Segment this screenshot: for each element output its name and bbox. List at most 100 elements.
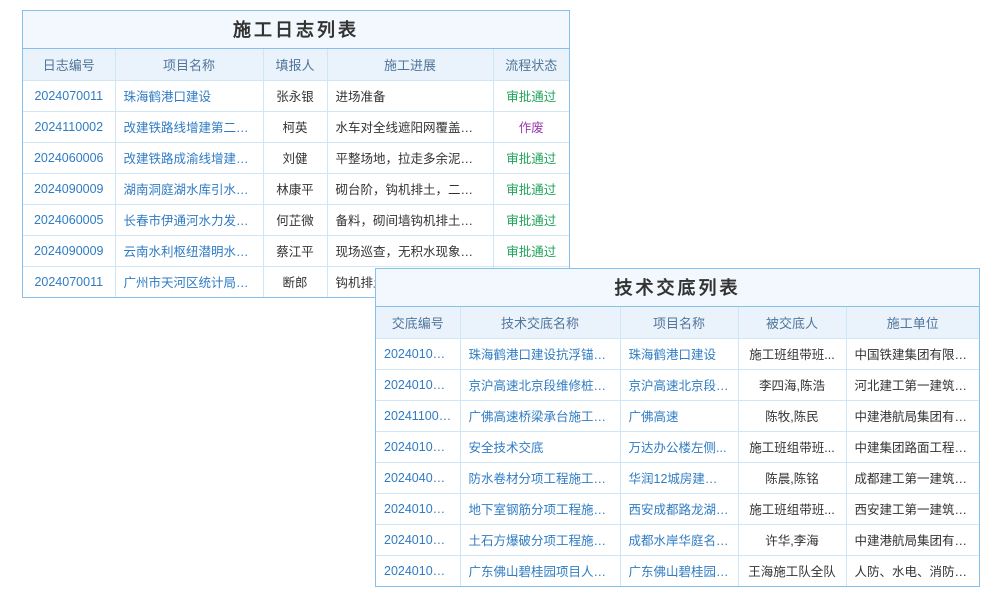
disclosure-id-cell[interactable]: 2024110001 (376, 400, 460, 431)
table-row: 2024090009云南水利枢纽潜明水库一...蔡江平现场巡查，无积水现象，水.… (23, 235, 569, 266)
table-header-row: 日志编号 项目名称 填报人 施工进展 流程状态 (23, 49, 569, 80)
project-name-cell[interactable]: 万达办公楼左侧... (620, 431, 738, 462)
column-header-project-name: 项目名称 (115, 49, 263, 80)
construction-unit-cell: 中建港航局集团有限... (846, 400, 979, 431)
table-row: 2024010004京沪高速北京段维修桩辅...京沪高速北京段维修李四海,陈浩河… (376, 369, 979, 400)
status-cell: 审批通过 (493, 142, 569, 173)
reporter-cell: 何芷微 (263, 204, 327, 235)
technical-disclosure-title: 技术交底列表 (376, 269, 979, 307)
project-name-cell[interactable]: 广佛高速 (620, 400, 738, 431)
project-name-cell[interactable]: 珠海鹤港口建设 (620, 338, 738, 369)
project-name-cell[interactable]: 京沪高速北京段维修 (620, 369, 738, 400)
column-header-disclosure-name: 技术交底名称 (460, 307, 620, 338)
project-name-cell[interactable]: 成都水岸华庭名苑... (620, 524, 738, 555)
receiver-cell: 李四海,陈浩 (738, 369, 846, 400)
receiver-cell: 施工班组带班... (738, 338, 846, 369)
disclosure-name-cell[interactable]: 广东佛山碧桂园项目人防... (460, 555, 620, 586)
status-cell: 审批通过 (493, 173, 569, 204)
disclosure-id-cell[interactable]: 2024010003 (376, 431, 460, 462)
technical-disclosure-table-body: 2024010003珠海鹤港口建设抗浮锚杆...珠海鹤港口建设施工班组带班...… (376, 338, 979, 586)
project-name-cell[interactable]: 西安成都路龙湖上... (620, 493, 738, 524)
column-header-reporter: 填报人 (263, 49, 327, 80)
receiver-cell: 施工班组带班... (738, 431, 846, 462)
receiver-cell: 施工班组带班... (738, 493, 846, 524)
project-name-cell[interactable]: 湖南洞庭湖水库引水工程... (115, 173, 263, 204)
progress-cell: 现场巡查，无积水现象，水... (327, 235, 493, 266)
column-header-project-name: 项目名称 (620, 307, 738, 338)
table-row: 2024010003安全技术交底万达办公楼左侧...施工班组带班...中建集团路… (376, 431, 979, 462)
log-id-cell[interactable]: 2024090009 (23, 173, 115, 204)
project-name-cell[interactable]: 广东佛山碧桂园项目 (620, 555, 738, 586)
construction-log-panel: 施工日志列表 日志编号 项目名称 填报人 施工进展 流程状态 202407001… (22, 10, 570, 298)
table-header-row: 交底编号 技术交底名称 项目名称 被交底人 施工单位 (376, 307, 979, 338)
status-cell: 作废 (493, 111, 569, 142)
project-name-cell[interactable]: 长春市伊通河水力发电厂... (115, 204, 263, 235)
project-name-cell[interactable]: 改建铁路线增建第二线直... (115, 111, 263, 142)
construction-log-table-body: 2024070011珠海鹤港口建设张永银进场准备审批通过2024110002改建… (23, 80, 569, 297)
table-row: 2024010003珠海鹤港口建设抗浮锚杆...珠海鹤港口建设施工班组带班...… (376, 338, 979, 369)
column-header-receiver: 被交底人 (738, 307, 846, 338)
construction-log-title: 施工日志列表 (23, 11, 569, 49)
disclosure-name-cell[interactable]: 京沪高速北京段维修桩辅... (460, 369, 620, 400)
disclosure-id-cell[interactable]: 2024040001 (376, 462, 460, 493)
log-id-cell[interactable]: 2024070011 (23, 266, 115, 297)
project-name-cell[interactable]: 珠海鹤港口建设 (115, 80, 263, 111)
disclosure-id-cell[interactable]: 2024010001 (376, 555, 460, 586)
construction-unit-cell: 中建集团路面工程有... (846, 431, 979, 462)
disclosure-id-cell[interactable]: 2024010002 (376, 524, 460, 555)
reporter-cell: 林康平 (263, 173, 327, 204)
construction-unit-cell: 西安建工第一建筑有... (846, 493, 979, 524)
disclosure-name-cell[interactable]: 防水卷材分项工程施工技... (460, 462, 620, 493)
receiver-cell: 陈晨,陈铭 (738, 462, 846, 493)
progress-cell: 水车对全线遮阳网覆盖点进... (327, 111, 493, 142)
column-header-log-id: 日志编号 (23, 49, 115, 80)
project-name-cell[interactable]: 广州市天河区统计局机房... (115, 266, 263, 297)
table-row: 2024060005长春市伊通河水力发电厂...何芷微备料，砌间墙钩机排土，瓦.… (23, 204, 569, 235)
disclosure-name-cell[interactable]: 安全技术交底 (460, 431, 620, 462)
table-row: 2024060006改建铁路成渝线增建第二...刘健平整场地，拉走多余泥土15.… (23, 142, 569, 173)
project-name-cell[interactable]: 华润12城房建工程... (620, 462, 738, 493)
table-row: 2024110002改建铁路线增建第二线直...柯英水车对全线遮阳网覆盖点进..… (23, 111, 569, 142)
log-id-cell[interactable]: 2024070011 (23, 80, 115, 111)
disclosure-id-cell[interactable]: 2024010003 (376, 338, 460, 369)
table-row: 2024010002土石方爆破分项工程施工...成都水岸华庭名苑...许华,李海… (376, 524, 979, 555)
log-id-cell[interactable]: 2024110002 (23, 111, 115, 142)
progress-cell: 进场准备 (327, 80, 493, 111)
receiver-cell: 王海施工队全队 (738, 555, 846, 586)
receiver-cell: 陈牧,陈民 (738, 400, 846, 431)
column-header-disclosure-id: 交底编号 (376, 307, 460, 338)
column-header-progress: 施工进展 (327, 49, 493, 80)
log-id-cell[interactable]: 2024060005 (23, 204, 115, 235)
technical-disclosure-table: 交底编号 技术交底名称 项目名称 被交底人 施工单位 2024010003珠海鹤… (376, 307, 979, 586)
construction-unit-cell: 成都建工第一建筑有... (846, 462, 979, 493)
disclosure-id-cell[interactable]: 2024010004 (376, 369, 460, 400)
column-header-status: 流程状态 (493, 49, 569, 80)
progress-cell: 砌台阶，钩机排土，二包砌... (327, 173, 493, 204)
table-row: 2024110001广佛高速桥梁承台施工技...广佛高速陈牧,陈民中建港航局集团… (376, 400, 979, 431)
reporter-cell: 刘健 (263, 142, 327, 173)
status-cell: 审批通过 (493, 204, 569, 235)
project-name-cell[interactable]: 改建铁路成渝线增建第二... (115, 142, 263, 173)
table-row: 2024070011珠海鹤港口建设张永银进场准备审批通过 (23, 80, 569, 111)
disclosure-name-cell[interactable]: 广佛高速桥梁承台施工技... (460, 400, 620, 431)
disclosure-name-cell[interactable]: 土石方爆破分项工程施工... (460, 524, 620, 555)
disclosure-id-cell[interactable]: 2024010002 (376, 493, 460, 524)
progress-cell: 平整场地，拉走多余泥土15... (327, 142, 493, 173)
construction-unit-cell: 中建港航局集团有限... (846, 524, 979, 555)
table-row: 2024040001防水卷材分项工程施工技...华润12城房建工程...陈晨,陈… (376, 462, 979, 493)
project-name-cell[interactable]: 云南水利枢纽潜明水库一... (115, 235, 263, 266)
technical-disclosure-panel: 技术交底列表 交底编号 技术交底名称 项目名称 被交底人 施工单位 202401… (375, 268, 980, 587)
disclosure-name-cell[interactable]: 地下室钢筋分项工程施工... (460, 493, 620, 524)
construction-unit-cell: 人防、水电、消防暖通 (846, 555, 979, 586)
table-row: 2024010001广东佛山碧桂园项目人防...广东佛山碧桂园项目王海施工队全队… (376, 555, 979, 586)
disclosure-name-cell[interactable]: 珠海鹤港口建设抗浮锚杆... (460, 338, 620, 369)
construction-unit-cell: 河北建工第一建筑有... (846, 369, 979, 400)
progress-cell: 备料，砌间墙钩机排土，瓦... (327, 204, 493, 235)
table-row: 2024010002地下室钢筋分项工程施工...西安成都路龙湖上...施工班组带… (376, 493, 979, 524)
status-cell: 审批通过 (493, 80, 569, 111)
log-id-cell[interactable]: 2024090009 (23, 235, 115, 266)
log-id-cell[interactable]: 2024060006 (23, 142, 115, 173)
column-header-construction-unit: 施工单位 (846, 307, 979, 338)
construction-unit-cell: 中国铁建集团有限公司 (846, 338, 979, 369)
reporter-cell: 柯英 (263, 111, 327, 142)
